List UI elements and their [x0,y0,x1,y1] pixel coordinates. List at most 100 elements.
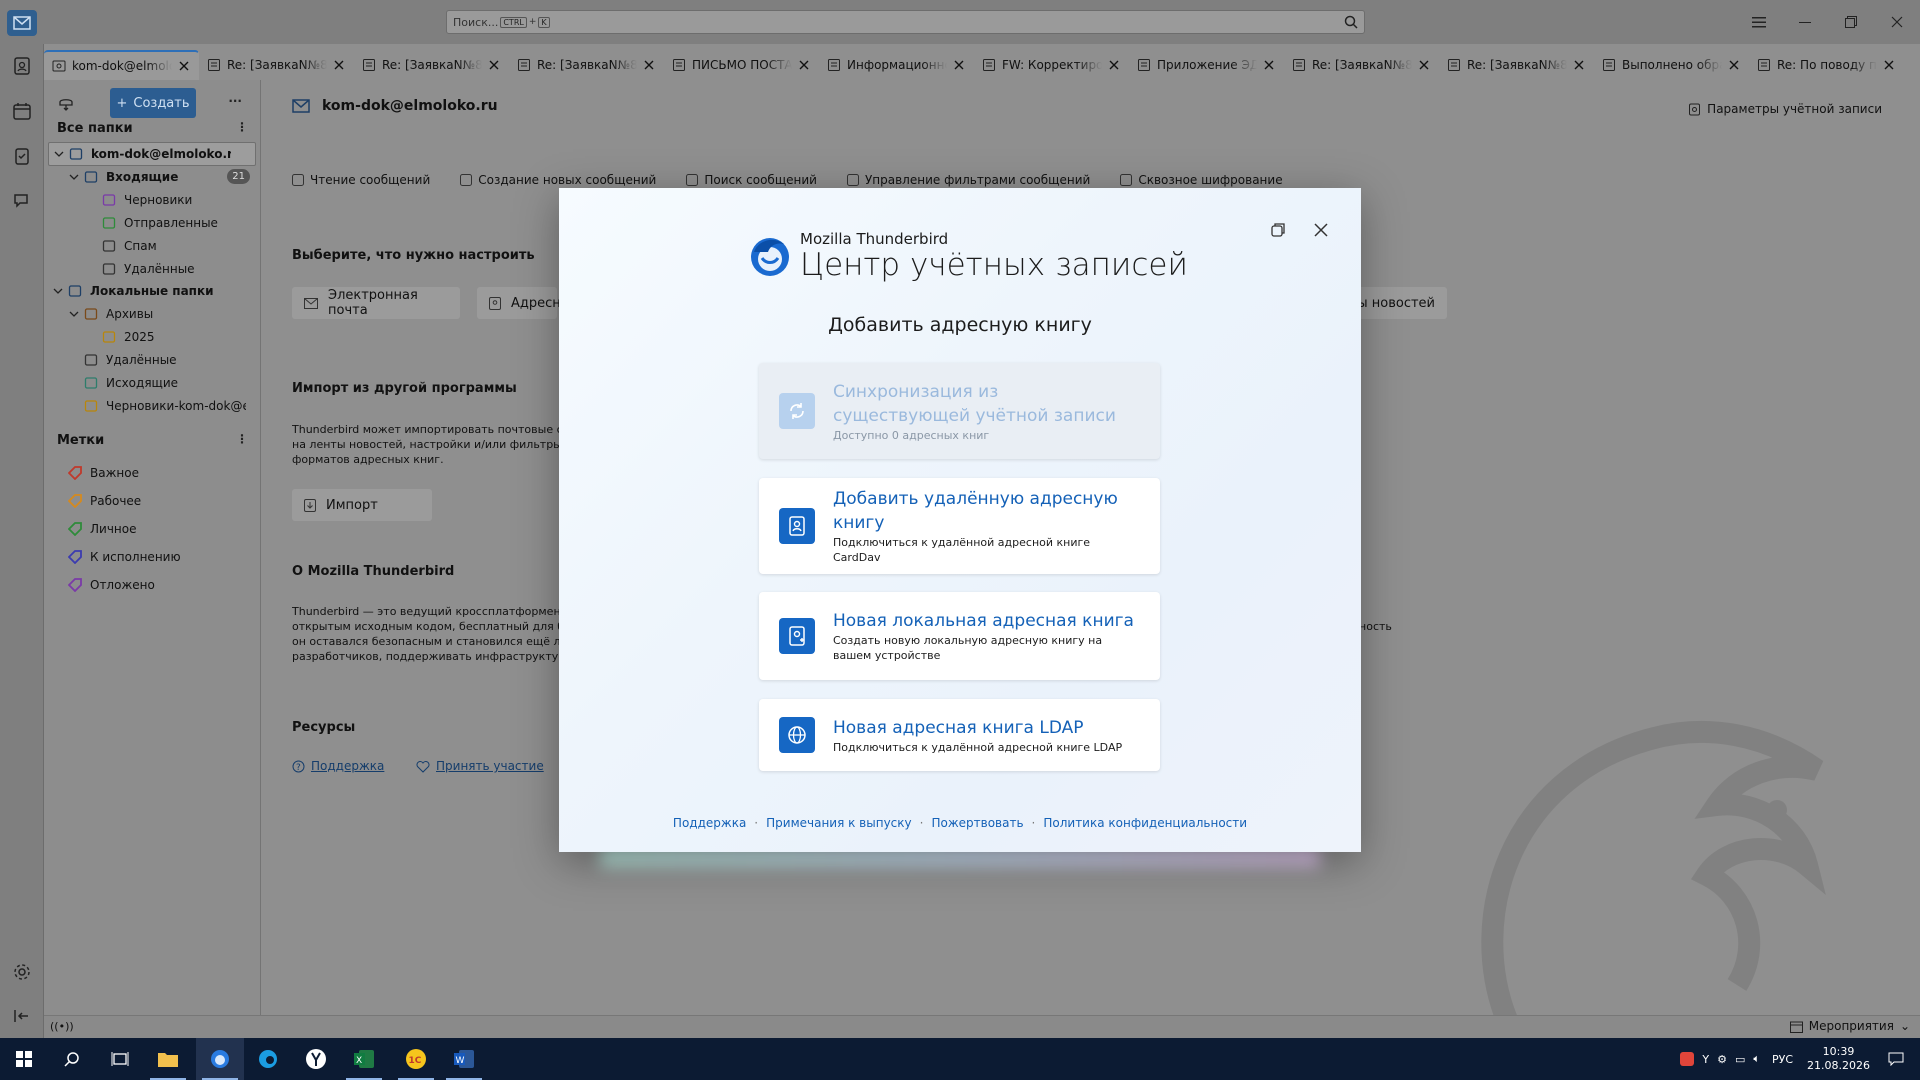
setup-link-2[interactable]: Поиск сообщений [686,173,817,187]
chevron-down-icon[interactable] [68,308,80,320]
folder-drafts-2[interactable]: Черновики [48,188,256,212]
folder-sent-3[interactable]: Отправленные [48,211,256,235]
word-icon[interactable]: W [440,1038,488,1080]
chevron-down-icon[interactable] [68,171,80,183]
folder-folder-8[interactable]: 2025 [48,325,256,349]
folder-trash-9[interactable]: Удалённые [48,348,256,372]
addressbook-option-1[interactable]: Добавить удалённую адресную книгу Подключ… [759,478,1160,574]
tasks-icon[interactable] [12,146,32,166]
online-status-icon[interactable]: ((•)) [50,1020,74,1033]
addressbook-setup-button[interactable]: Адресн [477,287,561,319]
close-tab-icon[interactable] [1418,59,1430,71]
settings-gear-icon[interactable] [12,962,32,982]
tag-3[interactable]: К исполнению [68,545,181,569]
setup-link-0[interactable]: Чтение сообщений [292,173,430,187]
minimize-button[interactable] [1782,0,1828,44]
app-menu-icon[interactable] [1736,0,1782,44]
close-tab-icon[interactable] [1108,59,1120,71]
import-button[interactable]: Импорт [292,489,432,521]
folder-folder-11[interactable]: Черновики-kom-dok@elmoloko.ru [48,394,256,418]
chevron-down-icon[interactable] [52,285,64,297]
settings-tray-icon[interactable]: ⚙ [1717,1053,1727,1066]
language-indicator[interactable]: РУС [1772,1053,1793,1066]
setup-link-3[interactable]: Управление фильтрами сообщений [846,173,1090,187]
email-setup-button[interactable]: Электронная почта [292,287,460,319]
close-tab-icon[interactable] [1573,59,1585,71]
addressbook-option-3[interactable]: Новая адресная книга LDAP Подключиться к … [759,699,1160,771]
clock[interactable]: 10:39 21.08.2026 [1807,1045,1870,1073]
restore-button[interactable] [1828,0,1874,44]
thunderbird-mail-icon[interactable] [7,10,37,36]
tab-1[interactable]: Re: [ЗаявкаN№803 [199,50,354,80]
tab-4[interactable]: ПИСЬМО ПОСТАВЩИКУ [664,50,819,80]
windows-start-icon[interactable] [0,1038,48,1080]
account-settings-link[interactable]: Параметры учётной записи [1688,102,1882,116]
tags-options-icon[interactable]: ⋮ [236,432,248,446]
network-icon[interactable]: ▭ [1735,1053,1745,1066]
setup-link-1[interactable]: Создание новых сообщений [460,173,656,187]
chevron-down-icon[interactable] [53,148,65,160]
folder-outbox-10[interactable]: Исходящие [48,371,256,395]
footer-link-2[interactable]: Пожертвовать [931,816,1023,830]
tab-8[interactable]: Re: [ЗаявкаN№803 [1284,50,1439,80]
calendar-icon[interactable] [12,101,32,121]
tab-7[interactable]: Приложение ЭДО [1129,50,1284,80]
tab-9[interactable]: Re: [ЗаявкаN№803 [1439,50,1594,80]
dialog-restore-icon[interactable] [1265,218,1289,242]
folder-account-0[interactable]: kom-dok@elmoloko.ru [48,142,256,166]
edge-browser-icon[interactable] [244,1038,292,1080]
addressbook-option-2[interactable]: Новая локальная адресная книга Создать но… [759,592,1160,680]
tab-0[interactable]: kom-dok@elmoloko.ru [44,50,199,80]
folder-pane-menu-icon[interactable]: ··· [228,94,242,108]
footer-link-1[interactable]: Примечания к выпуску [766,816,912,830]
folder-folder-6[interactable]: Локальные папки [48,279,256,303]
volume-icon[interactable]: 🔈︎ [1753,1052,1760,1066]
tab-6[interactable]: FW: Корректировка [974,50,1129,80]
close-tab-icon[interactable] [643,59,655,71]
folder-options-icon[interactable]: ⋮ [236,120,248,134]
dialog-close-icon[interactable] [1309,218,1333,242]
tag-0[interactable]: Важное [68,461,139,485]
yandex-tray-icon[interactable]: Y [1702,1053,1709,1066]
1c-icon[interactable]: 1С [392,1038,440,1080]
footer-link-3[interactable]: Политика конфиденциальности [1043,816,1247,830]
search-icon[interactable] [48,1038,96,1080]
task-view-icon[interactable] [96,1038,144,1080]
tab-3[interactable]: Re: [ЗаявкаN№803 [509,50,664,80]
close-tab-icon[interactable] [488,59,500,71]
thunderbird-taskbar-icon[interactable] [196,1038,244,1080]
excel-icon[interactable]: X [340,1038,388,1080]
chat-icon[interactable] [12,191,32,211]
address-book-icon[interactable] [12,56,32,76]
folder-inbox-1[interactable]: Входящие 21 [48,165,256,189]
close-tab-icon[interactable] [1883,59,1895,71]
events-toggle[interactable]: Мероприятия ⌄ [1789,1019,1910,1033]
close-tab-icon[interactable] [333,59,345,71]
support-link[interactable]: ? Поддержка [292,759,384,773]
tab-10[interactable]: Выполнено обращение [1594,50,1749,80]
footer-link-0[interactable]: Поддержка [673,816,746,830]
notifications-icon[interactable] [1888,1052,1904,1066]
tag-4[interactable]: Отложено [68,573,155,597]
file-explorer-icon[interactable] [144,1038,192,1080]
close-tab-icon[interactable] [178,60,190,72]
folder-archive-7[interactable]: Архивы [48,302,256,326]
close-tab-icon[interactable] [1263,59,1275,71]
tab-11[interactable]: Re: По поводу прайса [1749,50,1904,80]
setup-link-4[interactable]: Сквозное шифрование [1120,173,1283,187]
close-window-button[interactable] [1874,0,1920,44]
search-icon[interactable] [1344,15,1358,29]
collapse-toolbar-icon[interactable] [12,1006,32,1026]
tab-2[interactable]: Re: [ЗаявкаN№803 [354,50,509,80]
tag-1[interactable]: Рабочее [68,489,141,513]
folder-trash-5[interactable]: Удалённые [48,257,256,281]
participate-link[interactable]: Принять участие [416,759,544,773]
close-tab-icon[interactable] [798,59,810,71]
close-tab-icon[interactable] [1728,59,1740,71]
tab-5[interactable]: Информационное [819,50,974,80]
new-message-button[interactable]: + Создать [110,88,196,118]
search-input[interactable]: Поиск... CTRL + K [446,10,1365,34]
get-messages-icon[interactable] [58,96,74,112]
yandex-browser-icon[interactable] [292,1038,340,1080]
folder-spam-4[interactable]: Спам [48,234,256,258]
